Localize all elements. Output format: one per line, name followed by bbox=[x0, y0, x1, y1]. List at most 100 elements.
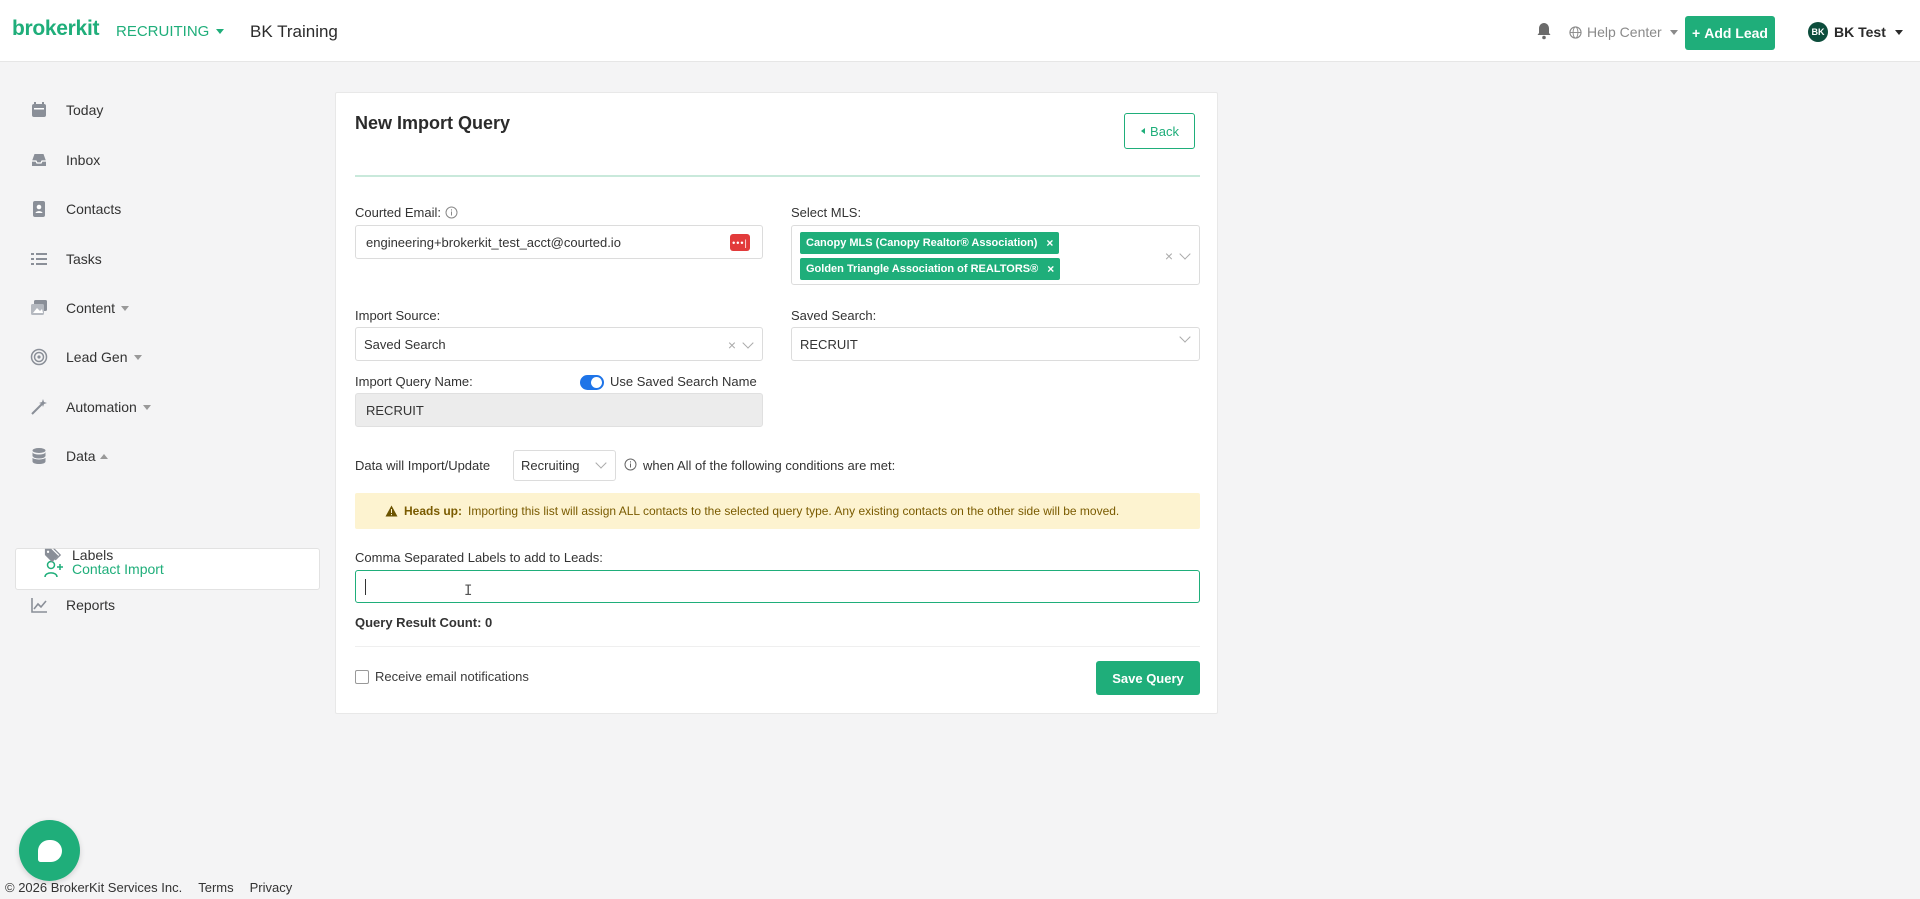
labels-label: Comma Separated Labels to add to Leads: bbox=[355, 550, 603, 565]
tags-icon bbox=[44, 548, 62, 563]
select-mls-field[interactable]: Canopy MLS (Canopy Realtor® Association)… bbox=[791, 225, 1200, 285]
text-cursor bbox=[365, 579, 366, 595]
courted-email-field[interactable]: engineering+brokerkit_test_acct@courted.… bbox=[355, 225, 763, 259]
back-label: Back bbox=[1150, 123, 1179, 139]
labels-input[interactable]: I bbox=[355, 570, 1200, 603]
warning-icon bbox=[385, 505, 398, 517]
sidebar-item-contacts[interactable]: Contacts bbox=[30, 196, 121, 222]
info-icon[interactable] bbox=[624, 458, 637, 471]
sidebar-item-label: Content bbox=[66, 300, 116, 316]
top-bar: brokerkit RECRUITING BK Training Help Ce… bbox=[0, 0, 1920, 62]
sidebar-item-label: Inbox bbox=[66, 152, 101, 168]
query-name-value: RECRUIT bbox=[366, 402, 424, 418]
use-saved-search-name-label: Use Saved Search Name bbox=[610, 374, 757, 389]
chat-launcher-button[interactable] bbox=[19, 820, 80, 881]
lead-gen-icon bbox=[30, 348, 48, 366]
chevron-down-icon bbox=[595, 457, 607, 469]
chevron-down-icon bbox=[133, 354, 142, 360]
chart-icon bbox=[31, 598, 47, 613]
sidebar-item-automation[interactable]: Automation bbox=[30, 394, 151, 420]
copyright: © 2026 BrokerKit Services Inc. bbox=[5, 880, 183, 895]
query-result-count: Query Result Count: 0 bbox=[355, 615, 492, 630]
globe-icon bbox=[1569, 25, 1582, 39]
sidebar-item-inbox[interactable]: Inbox bbox=[30, 147, 100, 173]
use-saved-search-name-toggle[interactable] bbox=[580, 375, 604, 390]
user-menu[interactable]: BK BK Test bbox=[1808, 22, 1903, 42]
result-count-value: 0 bbox=[485, 615, 493, 630]
chat-bubble-icon bbox=[37, 839, 62, 862]
import-source-select[interactable]: Saved Search × bbox=[355, 327, 763, 361]
saved-search-select[interactable]: RECRUIT bbox=[791, 327, 1200, 361]
chevron-down-icon[interactable] bbox=[1179, 331, 1191, 343]
chevron-down-icon bbox=[1894, 29, 1903, 35]
import-source-value: Saved Search bbox=[364, 336, 446, 352]
notification-bell-icon[interactable] bbox=[1536, 22, 1552, 40]
contact-card-icon bbox=[33, 201, 45, 217]
select-controls bbox=[1179, 331, 1191, 343]
remove-tag-icon[interactable]: × bbox=[1047, 262, 1054, 276]
title-divider bbox=[355, 175, 1200, 177]
tasks-icon bbox=[31, 253, 47, 265]
brokerkit-logo[interactable]: brokerkit bbox=[12, 17, 99, 41]
privacy-link[interactable]: Privacy bbox=[250, 880, 293, 895]
chevron-down-icon bbox=[121, 305, 130, 311]
inbox-icon bbox=[32, 154, 46, 166]
avatar: BK bbox=[1808, 22, 1828, 42]
import-update-suffix: when All of the following conditions are… bbox=[643, 458, 896, 473]
sidebar-item-lead-gen[interactable]: Lead Gen bbox=[30, 344, 142, 370]
select-mls-label: Select MLS: bbox=[791, 205, 862, 220]
saved-search-value: RECRUIT bbox=[800, 336, 858, 352]
chevron-down-icon[interactable] bbox=[742, 337, 754, 349]
chevron-up-icon bbox=[99, 453, 108, 459]
clear-icon[interactable]: × bbox=[1165, 248, 1173, 264]
sidebar-item-label: Contacts bbox=[66, 201, 122, 217]
sidebar-item-tasks[interactable]: Tasks bbox=[30, 246, 102, 272]
clear-icon[interactable]: × bbox=[728, 337, 736, 353]
courted-email-label: Courted Email: bbox=[355, 205, 458, 220]
remove-tag-icon[interactable]: × bbox=[1046, 236, 1053, 250]
sidebar-item-labels[interactable]: Labels bbox=[44, 542, 113, 568]
sidebar-item-label: Today bbox=[66, 102, 104, 118]
email-notifications-checkbox[interactable] bbox=[355, 669, 369, 684]
sidebar-item-today[interactable]: Today bbox=[30, 97, 103, 123]
module-label: RECRUITING bbox=[116, 23, 210, 40]
import-query-card: New Import Query Back Courted Email: eng… bbox=[335, 92, 1218, 714]
select-controls: × bbox=[728, 337, 754, 353]
import-type-select[interactable]: Recruiting bbox=[513, 450, 616, 481]
back-button[interactable]: Back bbox=[1124, 113, 1195, 149]
alert-text: Importing this list will assign ALL cont… bbox=[468, 504, 1120, 518]
sidebar-item-data[interactable]: Data bbox=[30, 443, 108, 469]
sidebar-item-reports[interactable]: Reports bbox=[30, 592, 115, 618]
user-name: BK Test bbox=[1834, 24, 1886, 40]
alert-heading: Heads up: bbox=[404, 504, 463, 518]
sidebar-item-label: Lead Gen bbox=[66, 349, 128, 365]
email-notifications-label: Receive email notifications bbox=[375, 669, 529, 684]
module-switcher[interactable]: RECRUITING bbox=[116, 23, 225, 40]
mls-tag-label: Golden Triangle Association of REALTORS® bbox=[806, 263, 1039, 275]
team-name: BK Training bbox=[250, 22, 338, 41]
save-query-button[interactable]: Save Query bbox=[1096, 661, 1200, 695]
courted-email-value: engineering+brokerkit_test_acct@courted.… bbox=[366, 234, 621, 250]
help-center-menu[interactable]: Help Center bbox=[1569, 24, 1678, 40]
sidebar-item-content[interactable]: Content bbox=[30, 295, 130, 321]
email-notifications-option[interactable]: Receive email notifications bbox=[355, 669, 529, 684]
result-count-label: Query Result Count: bbox=[355, 615, 482, 630]
select-controls: × bbox=[1165, 248, 1191, 264]
mouse-ibeam-icon: I bbox=[464, 583, 473, 599]
chevron-left-icon bbox=[1141, 128, 1146, 134]
sidebar-item-label: Automation bbox=[66, 399, 137, 415]
terms-link[interactable]: Terms bbox=[198, 880, 233, 895]
automation-icon bbox=[31, 399, 47, 415]
password-manager-icon[interactable]: •••| bbox=[730, 234, 750, 251]
chevron-down-icon bbox=[142, 404, 151, 410]
import-source-label: Import Source: bbox=[355, 308, 441, 323]
calendar-icon bbox=[32, 102, 46, 117]
sidebar-item-label: Reports bbox=[66, 597, 116, 613]
chevron-down-icon bbox=[216, 29, 225, 34]
add-lead-button[interactable]: + Add Lead bbox=[1685, 16, 1775, 50]
chevron-down-icon[interactable] bbox=[1179, 248, 1191, 260]
saved-search-label: Saved Search: bbox=[791, 308, 877, 323]
footer-divider bbox=[355, 646, 1200, 647]
info-icon[interactable] bbox=[445, 206, 458, 219]
query-name-label: Import Query Name: bbox=[355, 374, 473, 389]
